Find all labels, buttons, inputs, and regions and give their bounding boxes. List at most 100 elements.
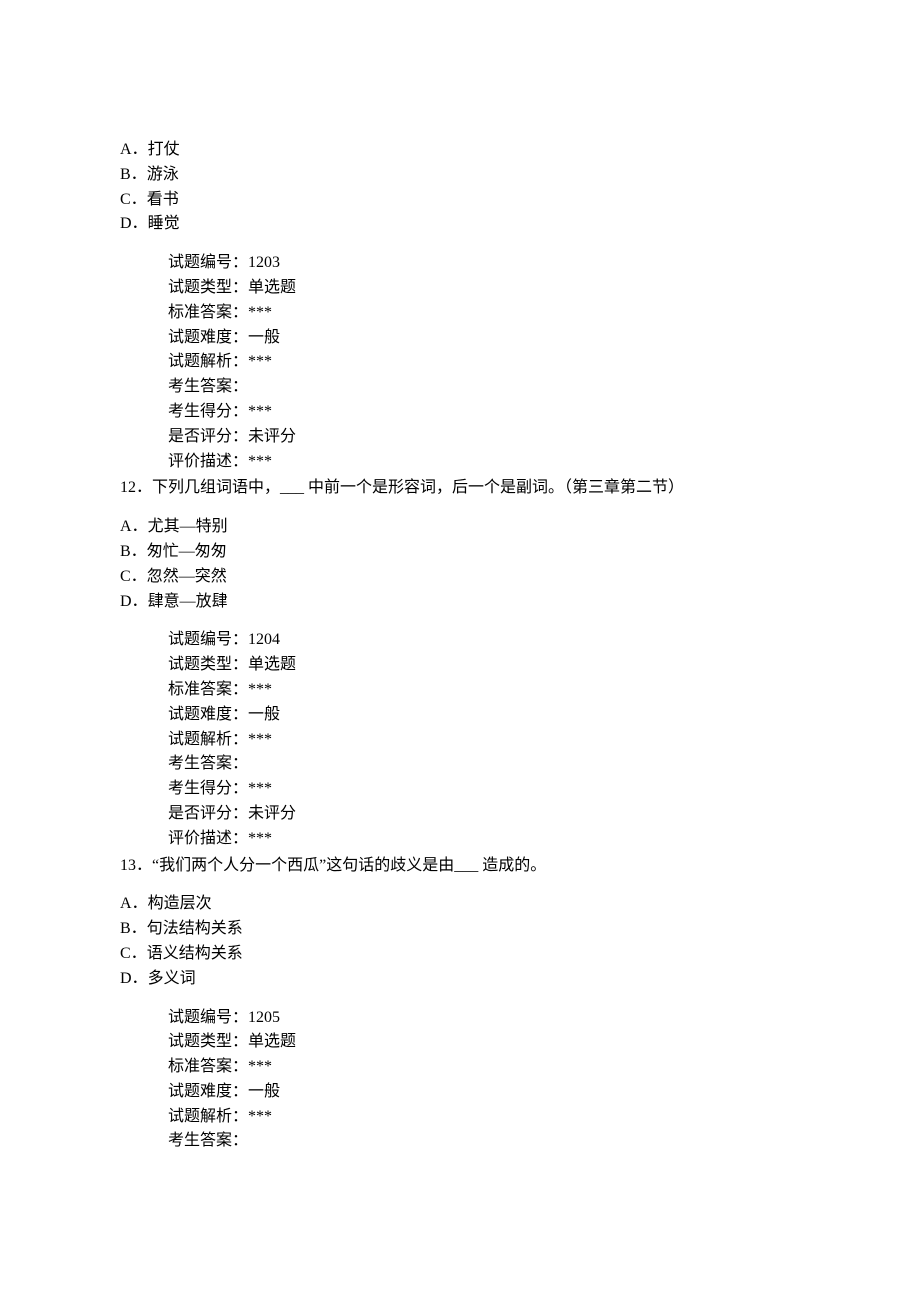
question-options: A．打仗 B．游泳 C．看书 D．睡觉 [120, 138, 800, 237]
meta-answer: 标准答案：*** [168, 1055, 800, 1080]
meta-type: 试题类型：单选题 [168, 276, 800, 301]
meta-student-answer: 考生答案： [168, 1129, 800, 1154]
meta-type: 试题类型：单选题 [168, 1030, 800, 1055]
meta-value: *** [248, 1058, 272, 1075]
option-text: 匆忙—匆匆 [147, 543, 227, 560]
meta-label: 试题编号： [168, 254, 248, 271]
option-prefix: C． [120, 191, 147, 208]
meta-id: 试题编号：1203 [168, 251, 800, 276]
meta-label: 试题解析： [168, 1108, 248, 1125]
question-stem: 13． “我们两个人分一个西瓜”这句话的歧义是由___ 造成的。 [120, 854, 800, 879]
meta-label: 试题编号： [168, 631, 248, 648]
meta-value: 1204 [248, 631, 280, 648]
meta-desc: 评价描述：*** [168, 827, 800, 852]
meta-label: 考生答案： [168, 378, 248, 395]
option-prefix: C． [120, 568, 147, 585]
option-a: A．尤其—特别 [120, 515, 800, 540]
meta-analysis: 试题解析：*** [168, 728, 800, 753]
meta-label: 试题难度： [168, 329, 248, 346]
meta-label: 试题难度： [168, 706, 248, 723]
meta-label: 考生答案： [168, 755, 248, 772]
question-number: 13． [120, 854, 152, 879]
question-stem: 12． 下列几组词语中，___ 中前一个是形容词，后一个是副词。（第三章第二节） [120, 476, 800, 501]
meta-answer: 标准答案：*** [168, 678, 800, 703]
meta-label: 标准答案： [168, 304, 248, 321]
meta-desc: 评价描述：*** [168, 450, 800, 475]
meta-label: 试题解析： [168, 353, 248, 370]
meta-label: 考生答案： [168, 1132, 248, 1149]
meta-value: *** [248, 830, 272, 847]
meta-value: 一般 [248, 706, 280, 723]
meta-id: 试题编号：1205 [168, 1006, 800, 1031]
meta-label: 是否评分： [168, 428, 248, 445]
meta-label: 考生得分： [168, 403, 248, 420]
meta-value: 一般 [248, 329, 280, 346]
meta-value: 单选题 [248, 656, 296, 673]
question-meta: 试题编号：1205 试题类型：单选题 标准答案：*** 试题难度：一般 试题解析… [120, 1006, 800, 1155]
meta-value: *** [248, 304, 272, 321]
meta-value: *** [248, 453, 272, 470]
meta-label: 试题类型： [168, 279, 248, 296]
option-a: A．构造层次 [120, 892, 800, 917]
option-c: C．看书 [120, 188, 800, 213]
option-d: D．肆意—放肆 [120, 590, 800, 615]
meta-value: *** [248, 681, 272, 698]
meta-value: *** [248, 731, 272, 748]
option-text: 肆意—放肆 [148, 593, 228, 610]
meta-label: 试题解析： [168, 731, 248, 748]
meta-label: 试题编号： [168, 1009, 248, 1026]
meta-student-answer: 考生答案： [168, 752, 800, 777]
document-page: A．打仗 B．游泳 C．看书 D．睡觉 试题编号：1203 试题类型：单选题 标… [0, 0, 920, 1302]
meta-value: 1205 [248, 1009, 280, 1026]
option-text: 睡觉 [148, 215, 180, 232]
meta-student-score: 考生得分：*** [168, 777, 800, 802]
option-prefix: D． [120, 970, 148, 987]
question-text: 下列几组词语中，___ 中前一个是形容词，后一个是副词。（第三章第二节） [152, 476, 800, 501]
option-c: C．忽然—突然 [120, 565, 800, 590]
question-options: A．尤其—特别 B．匆忙—匆匆 C．忽然—突然 D．肆意—放肆 [120, 515, 800, 614]
option-prefix: A． [120, 141, 148, 158]
option-prefix: B． [120, 166, 147, 183]
meta-label: 是否评分： [168, 805, 248, 822]
meta-label: 试题难度： [168, 1083, 248, 1100]
option-prefix: D． [120, 215, 148, 232]
question-number: 12． [120, 476, 152, 501]
question-meta: 试题编号：1204 试题类型：单选题 标准答案：*** 试题难度：一般 试题解析… [120, 628, 800, 851]
meta-value: *** [248, 780, 272, 797]
meta-value: 单选题 [248, 279, 296, 296]
meta-graded: 是否评分：未评分 [168, 425, 800, 450]
meta-id: 试题编号：1204 [168, 628, 800, 653]
meta-value: 1203 [248, 254, 280, 271]
meta-value: 未评分 [248, 428, 296, 445]
meta-label: 试题类型： [168, 656, 248, 673]
meta-label: 评价描述： [168, 830, 248, 847]
option-b: B．匆忙—匆匆 [120, 540, 800, 565]
meta-type: 试题类型：单选题 [168, 653, 800, 678]
option-c: C．语义结构关系 [120, 942, 800, 967]
meta-label: 标准答案： [168, 681, 248, 698]
question-text: “我们两个人分一个西瓜”这句话的歧义是由___ 造成的。 [152, 854, 800, 879]
meta-label: 试题类型： [168, 1033, 248, 1050]
option-text: 游泳 [147, 166, 179, 183]
option-text: 忽然—突然 [147, 568, 227, 585]
option-b: B．句法结构关系 [120, 917, 800, 942]
option-text: 打仗 [148, 141, 180, 158]
option-d: D．睡觉 [120, 212, 800, 237]
meta-difficulty: 试题难度：一般 [168, 326, 800, 351]
option-text: 看书 [147, 191, 179, 208]
meta-student-answer: 考生答案： [168, 375, 800, 400]
option-text: 构造层次 [148, 895, 212, 912]
question-options: A．构造层次 B．句法结构关系 C．语义结构关系 D．多义词 [120, 892, 800, 991]
meta-value: *** [248, 403, 272, 420]
option-a: A．打仗 [120, 138, 800, 163]
option-prefix: D． [120, 593, 148, 610]
option-prefix: C． [120, 945, 147, 962]
meta-answer: 标准答案：*** [168, 301, 800, 326]
meta-analysis: 试题解析：*** [168, 350, 800, 375]
option-text: 句法结构关系 [147, 920, 243, 937]
option-d: D．多义词 [120, 967, 800, 992]
meta-graded: 是否评分：未评分 [168, 802, 800, 827]
meta-value: 未评分 [248, 805, 296, 822]
meta-value: 一般 [248, 1083, 280, 1100]
option-prefix: B． [120, 920, 147, 937]
